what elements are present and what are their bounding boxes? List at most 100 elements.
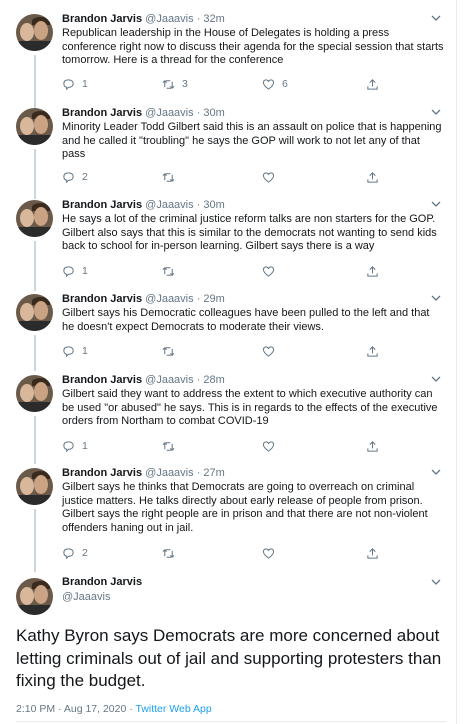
like-icon xyxy=(262,345,275,357)
retweet-button[interactable] xyxy=(162,546,182,560)
author-name[interactable]: Brandon Jarvis xyxy=(62,107,142,119)
like-icon xyxy=(262,171,275,183)
chevron-down-icon[interactable] xyxy=(430,106,442,118)
tweet-time[interactable]: 30m xyxy=(203,199,224,211)
author-name[interactable]: Brandon Jarvis xyxy=(62,293,142,305)
share-icon xyxy=(367,78,378,90)
reply-button[interactable]: 1 xyxy=(62,344,88,358)
tweet-header: Brandon Jarvis @Jaaavis · 32m xyxy=(62,12,225,26)
chevron-down-icon[interactable] xyxy=(430,198,442,210)
like-button[interactable] xyxy=(262,170,282,184)
share-button[interactable] xyxy=(366,439,379,453)
source-app-link[interactable]: Twitter Web App xyxy=(135,703,211,715)
reply-button[interactable]: 1 xyxy=(62,264,88,278)
share-icon xyxy=(367,265,378,277)
like-icon xyxy=(262,547,275,559)
avatar[interactable] xyxy=(16,200,53,237)
tweet-header: Brandon Jarvis @Jaaavis · 30m xyxy=(62,198,225,212)
reply-icon xyxy=(63,547,74,559)
thread-connector xyxy=(34,509,36,572)
chevron-down-icon[interactable] xyxy=(430,12,442,24)
tweet-actions: 1 xyxy=(62,344,392,358)
thread-connector xyxy=(34,55,36,109)
author-handle[interactable]: @Jaaavis xyxy=(145,199,193,211)
reply-button[interactable]: 1 xyxy=(62,77,88,91)
tweet-time[interactable]: 28m xyxy=(203,374,224,386)
tweet-header: Brandon Jarvis @Jaaavis · 27m xyxy=(62,466,225,480)
retweet-button[interactable]: 3 xyxy=(162,77,188,91)
tweet-time[interactable]: 30m xyxy=(203,107,224,119)
avatar[interactable] xyxy=(16,375,53,412)
share-icon xyxy=(367,171,378,183)
author-handle[interactable]: @Jaaavis xyxy=(145,107,193,119)
reply-count: 2 xyxy=(82,547,88,559)
like-button[interactable] xyxy=(262,546,282,560)
share-button[interactable] xyxy=(366,170,379,184)
author-name[interactable]: Brandon Jarvis xyxy=(62,13,142,25)
avatar[interactable] xyxy=(16,468,53,505)
reply-count: 1 xyxy=(82,265,88,277)
avatar[interactable] xyxy=(16,578,53,615)
like-button[interactable] xyxy=(262,264,282,278)
reply-icon xyxy=(63,440,74,452)
retweet-button[interactable] xyxy=(162,439,182,453)
retweet-button[interactable] xyxy=(162,344,182,358)
share-icon xyxy=(367,345,378,357)
author-name[interactable]: Brandon Jarvis xyxy=(62,199,142,211)
separator-dot: · xyxy=(196,199,201,211)
avatar[interactable] xyxy=(16,294,53,331)
reply-icon xyxy=(63,171,74,183)
author-name[interactable]: Brandon Jarvis xyxy=(62,374,142,386)
tweet-time[interactable]: 32m xyxy=(203,13,224,25)
separator-dot: · xyxy=(196,293,201,305)
share-icon xyxy=(367,547,378,559)
tweet-text: Minority Leader Todd Gilbert said this i… xyxy=(62,121,442,161)
author-name[interactable]: Brandon Jarvis xyxy=(62,576,142,588)
share-button[interactable] xyxy=(366,77,379,91)
share-button[interactable] xyxy=(366,546,379,560)
tweet-timestamp[interactable]: 2:10 PM · Aug 17, 2020 · xyxy=(16,703,135,715)
author-handle[interactable]: @Jaaavis xyxy=(145,293,193,305)
thread-connector xyxy=(34,416,36,464)
reply-icon xyxy=(63,78,74,90)
author-handle[interactable]: @Jaaavis xyxy=(145,374,193,386)
reply-button[interactable]: 1 xyxy=(62,439,88,453)
retweet-button[interactable] xyxy=(162,264,182,278)
chevron-down-icon[interactable] xyxy=(430,576,442,588)
tweet-header: Brandon Jarvis @Jaaavis · 29m xyxy=(62,292,225,306)
separator-dot: · xyxy=(196,13,201,25)
like-icon xyxy=(262,440,275,452)
reply-button[interactable]: 2 xyxy=(62,546,88,560)
tweet-text: Gilbert says he thinks that Democrats ar… xyxy=(62,481,428,534)
tweet-actions: 2 xyxy=(62,170,392,184)
retweet-icon xyxy=(162,548,175,558)
like-button[interactable]: 6 xyxy=(262,77,288,91)
retweet-count: 3 xyxy=(182,78,188,90)
author-name[interactable]: Brandon Jarvis xyxy=(62,467,142,479)
retweet-icon xyxy=(162,79,175,89)
tweet-time[interactable]: 29m xyxy=(203,293,224,305)
like-button[interactable] xyxy=(262,439,282,453)
share-button[interactable] xyxy=(366,264,379,278)
author-handle[interactable]: @Jaaavis xyxy=(145,467,193,479)
like-button[interactable] xyxy=(262,344,282,358)
avatar[interactable] xyxy=(16,14,53,51)
divider xyxy=(16,721,446,722)
author-handle[interactable]: @Jaaavis xyxy=(145,13,193,25)
retweet-button[interactable] xyxy=(162,170,182,184)
avatar[interactable] xyxy=(16,108,53,145)
author-handle[interactable]: @Jaaavis xyxy=(62,591,110,603)
chevron-down-icon[interactable] xyxy=(430,373,442,385)
reply-count: 2 xyxy=(82,171,88,183)
share-button[interactable] xyxy=(366,344,379,358)
tweet-actions: 2 xyxy=(62,546,392,560)
chevron-down-icon[interactable] xyxy=(430,466,442,478)
tweet-time[interactable]: 27m xyxy=(203,467,224,479)
tweet-timestamp-line: 2:10 PM · Aug 17, 2020 · Twitter Web App xyxy=(16,703,212,715)
tweet-actions: 1 xyxy=(62,439,392,453)
like-icon xyxy=(262,265,275,277)
reply-button[interactable]: 2 xyxy=(62,170,88,184)
tweet-actions: 1 3 6 xyxy=(62,77,392,91)
retweet-icon xyxy=(162,266,175,276)
chevron-down-icon[interactable] xyxy=(430,292,442,304)
